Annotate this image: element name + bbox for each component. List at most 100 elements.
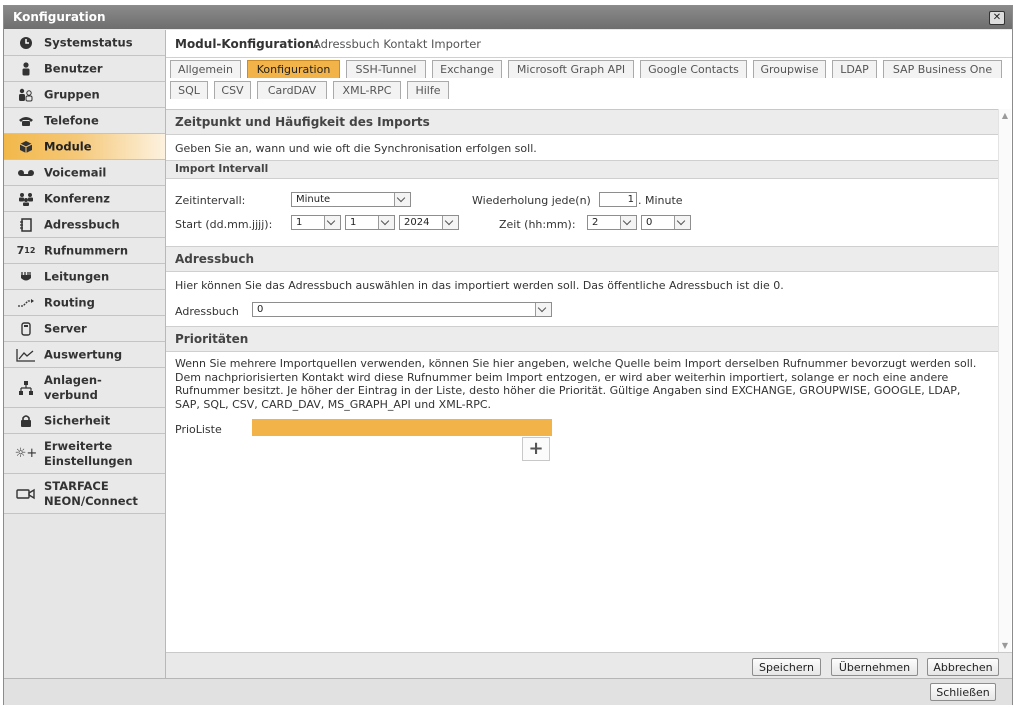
sidebar-item-label: Routing [44,295,95,309]
chevron-down-icon [535,303,551,316]
numbers-icon: 712 [16,244,36,257]
sidebar-item-label: Benutzer [44,61,103,75]
start-label: Start (dd.mm.jjjj): [175,218,273,231]
chevron-down-icon [674,216,690,229]
cube-icon [16,139,36,155]
module-heading-value: Adressbuch Kontakt Importer [313,37,481,51]
content-area: Zeitpunkt und Häufigkeit des Imports Geb… [166,109,998,653]
sidebar-item-server[interactable]: Server [4,316,165,342]
save-button[interactable]: Speichern [752,658,821,676]
priorities-description: Wenn Sie mehrere Importquellen verwenden… [175,357,977,411]
close-button[interactable]: Schließen [930,683,996,701]
tab-sap-business-one[interactable]: SAP Business One [883,60,1002,78]
sidebar-item-label: Gruppen [44,87,100,101]
module-heading-label: Modul-Konfiguration: [175,37,319,51]
sidebar-item-label: Rufnummern [44,243,129,257]
interval-select[interactable]: Minute [291,192,411,207]
chevron-down-icon [378,216,394,229]
tab-exchange[interactable]: Exchange [432,60,502,78]
tab-ssh-tunnel[interactable]: SSH-Tunnel [346,60,426,78]
time-minute-select[interactable]: 0 [641,215,691,230]
sidebar-item-auswertung[interactable]: Auswertung [4,342,165,368]
interval-label: Zeitintervall: [175,194,246,207]
apply-button[interactable]: Übernehmen [831,658,918,676]
start-day-select[interactable]: 1 [291,215,341,230]
sidebar-item-gruppen[interactable]: Gruppen [4,82,165,108]
chevron-down-icon [394,193,410,206]
content-scrollbar[interactable]: ▲ ▼ [998,109,1011,652]
tab-groupwise[interactable]: Groupwise [753,60,826,78]
import-time-description: Geben Sie an, wann und wie oft die Synch… [175,142,537,155]
lock-icon [16,413,36,429]
tab-xml-rpc[interactable]: XML-RPC [333,81,401,99]
chevron-down-icon [620,216,636,229]
section-header-priorities: Prioritäten [166,326,998,352]
tab-carddav[interactable]: CardDAV [257,81,327,99]
module-footer: Speichern Übernehmen Abbrechen [166,652,1012,679]
cancel-button[interactable]: Abbrechen [927,658,999,676]
scroll-down-icon[interactable]: ▼ [1001,641,1009,650]
tab-csv[interactable]: CSV [214,81,251,99]
sidebar-item-rufnummern[interactable]: 712 Rufnummern [4,238,165,264]
tab-ldap[interactable]: LDAP [832,60,877,78]
sidebar-item-erweiterte-einstellungen[interactable]: ☼+ Erweiterte Einstellungen [4,434,165,474]
sidebar-item-leitungen[interactable]: Leitungen [4,264,165,290]
sidebar-item-label: Voicemail [44,165,107,179]
sidebar-item-label: Auswertung [44,347,123,361]
addressbook-select[interactable]: 0 [252,302,552,317]
tab-google-contacts[interactable]: Google Contacts [640,60,747,78]
tab-hilfe[interactable]: Hilfe [407,81,449,99]
video-icon [16,486,36,502]
group-icon [16,87,36,103]
tab-row-1: Allgemein Konfiguration SSH-Tunnel Excha… [170,60,1010,81]
module-heading: Modul-Konfiguration: Adressbuch Kontakt … [166,30,1012,58]
section-header-import-time: Zeitpunkt und Häufigkeit des Imports [166,110,998,135]
sidebar-item-anlagenverbund[interactable]: Anlagen-verbund [4,368,165,408]
clock-icon [16,35,36,51]
priolist-add-button[interactable]: + [522,437,550,461]
sidebar-item-module[interactable]: Module [4,134,165,160]
time-hour-select[interactable]: 2 [587,215,637,230]
sidebar: Systemstatus Benutzer Gruppen Telefone M… [4,30,166,678]
tab-konfiguration[interactable]: Konfiguration [247,60,340,78]
tab-allgemein[interactable]: Allgemein [170,60,241,78]
gear-plus-icon: ☼+ [14,446,38,461]
addressbook-field-label: Adressbuch [175,305,239,318]
window-close-icon[interactable]: ✕ [989,11,1005,25]
time-label: Zeit (hh:mm): [499,218,576,231]
sidebar-item-telefone[interactable]: Telefone [4,108,165,134]
start-month-select[interactable]: 1 [345,215,395,230]
repeat-label: Wiederholung jede(n) [472,194,591,207]
addressbook-description: Hier können Sie das Adressbuch auswählen… [175,279,784,292]
sidebar-item-starface-neon[interactable]: STARFACE NEON/Connect [4,474,165,514]
start-year-select[interactable]: 2024 [399,215,459,230]
section-header-addressbook: Adressbuch [166,246,998,272]
sidebar-item-systemstatus[interactable]: Systemstatus [4,30,165,56]
sidebar-item-konferenz[interactable]: Konferenz [4,186,165,212]
sidebar-item-adressbuch[interactable]: Adressbuch [4,212,165,238]
sidebar-item-label: Leitungen [44,269,110,283]
sidebar-item-routing[interactable]: Routing [4,290,165,316]
sidebar-item-sicherheit[interactable]: Sicherheit [4,408,165,434]
configuration-window: Konfiguration ✕ Systemstatus Benutzer Gr… [3,5,1013,705]
sidebar-item-label: Sicherheit [44,413,111,427]
tab-row-2: SQL CSV CardDAV XML-RPC Hilfe [170,81,1010,102]
server-icon [16,321,36,337]
main-panel: Modul-Konfiguration: Adressbuch Kontakt … [166,30,1012,679]
scroll-up-icon[interactable]: ▲ [1001,111,1009,120]
repeat-input[interactable]: 1 [599,192,637,207]
priolist-label: PrioListe [175,423,222,436]
section-header-import-interval: Import Intervall [166,160,998,179]
tab-microsoft-graph-api[interactable]: Microsoft Graph API [508,60,634,78]
sidebar-item-label: Anlagen-verbund [44,372,102,402]
window-title: Konfiguration [13,10,106,24]
tab-bar: Allgemein Konfiguration SSH-Tunnel Excha… [170,60,1010,102]
plus-icon: + [528,438,544,459]
sidebar-item-benutzer[interactable]: Benutzer [4,56,165,82]
sidebar-item-label: Konferenz [44,191,110,205]
routing-icon [16,295,36,311]
priolist-field[interactable] [252,419,552,436]
chart-icon [16,347,36,363]
sidebar-item-voicemail[interactable]: Voicemail [4,160,165,186]
tab-sql[interactable]: SQL [170,81,208,99]
